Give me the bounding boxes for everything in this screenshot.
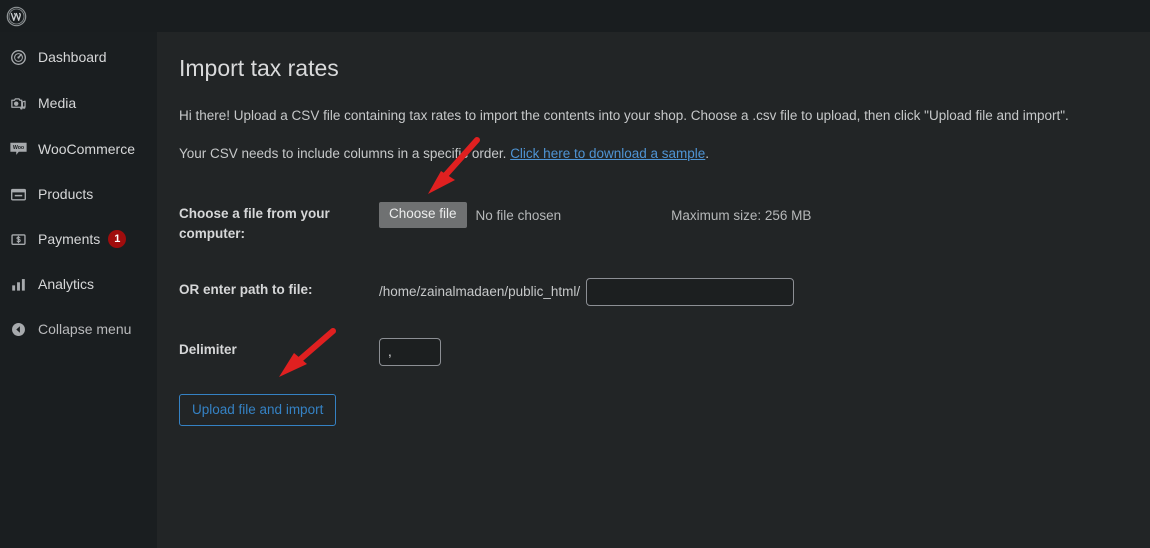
- sidebar-item-label: Analytics: [38, 276, 95, 292]
- sidebar-item-media[interactable]: Media: [0, 86, 157, 120]
- main-content: Import tax rates Hi there! Upload a CSV …: [157, 32, 1150, 548]
- analytics-bars-icon: [8, 274, 28, 294]
- collapse-arrow-left-icon: [8, 319, 28, 339]
- sidebar-item-label: Dashboard: [38, 49, 107, 65]
- sidebar-item-products[interactable]: Products: [0, 177, 157, 211]
- payments-count-badge: 1: [108, 230, 127, 248]
- woocommerce-icon: Woo: [8, 139, 28, 159]
- file-input-group: Choose file No file chosen Maximum size:…: [379, 202, 1130, 229]
- admin-bar: [0, 0, 1150, 32]
- sidebar-item-collapse-menu[interactable]: Collapse menu: [0, 312, 157, 346]
- delimiter-label: Delimiter: [179, 341, 237, 357]
- path-input-group: /home/zainalmadaen/public_html/: [379, 277, 1130, 306]
- svg-text:Woo: Woo: [12, 145, 23, 151]
- intro-paragraph-2-prefix: Your CSV needs to include columns in a s…: [179, 146, 511, 162]
- choose-file-label: Choose a file from your computer:: [179, 206, 330, 241]
- maximum-size-text: Maximum size: 256 MB: [671, 207, 812, 223]
- page-title: Import tax rates: [179, 55, 339, 81]
- dashboard-gauge-icon: [8, 47, 28, 67]
- choose-file-button[interactable]: Choose file: [379, 202, 467, 229]
- wordpress-logo-icon[interactable]: [4, 4, 28, 28]
- delimiter-input[interactable]: [379, 337, 441, 366]
- sidebar-item-label: WooCommerce: [38, 141, 135, 157]
- sidebar-item-payments[interactable]: Payments 1: [0, 222, 157, 256]
- intro-paragraph-2: Your CSV needs to include columns in a s…: [179, 144, 1130, 164]
- sidebar-item-label: Media: [38, 95, 77, 111]
- form-row-path: OR enter path to file: /home/zainalmadae…: [179, 262, 1130, 322]
- products-box-icon: [8, 184, 28, 204]
- file-path-input[interactable]: [586, 277, 795, 306]
- sidebar-item-dashboard[interactable]: Dashboard: [0, 40, 157, 74]
- intro-paragraph-2-suffix: .: [705, 146, 710, 162]
- sidebar-item-label: Payments: [38, 231, 101, 247]
- form-row-delimiter: Delimiter: [179, 322, 1130, 382]
- sidebar-item-analytics[interactable]: Analytics: [0, 267, 157, 301]
- form-row-choose-file: Choose a file from your computer: Choose…: [179, 192, 1130, 261]
- sidebar-item-woocommerce[interactable]: Woo WooCommerce: [0, 132, 157, 166]
- submit-row: Upload file and import: [179, 382, 1130, 426]
- no-file-chosen-text: No file chosen: [475, 207, 562, 223]
- import-form-table: Choose a file from your computer: Choose…: [179, 192, 1130, 381]
- upload-file-and-import-button[interactable]: Upload file and import: [179, 393, 337, 426]
- path-label: OR enter path to file:: [179, 281, 313, 297]
- payments-dollar-icon: [8, 229, 28, 249]
- admin-sidebar-menu: Dashboard Media Woo WooCommerce Products…: [0, 32, 157, 548]
- wordpress-admin-screen: Dashboard Media Woo WooCommerce Products…: [0, 0, 1150, 548]
- sidebar-item-label: Collapse menu: [38, 321, 132, 337]
- media-camera-music-icon: [8, 93, 28, 113]
- download-sample-link[interactable]: Click here to download a sample: [510, 146, 705, 161]
- path-prefix-text: /home/zainalmadaen/public_html/: [379, 284, 581, 300]
- intro-paragraph-1: Hi there! Upload a CSV file containing t…: [179, 107, 1069, 123]
- sidebar-item-label: Products: [38, 186, 94, 202]
